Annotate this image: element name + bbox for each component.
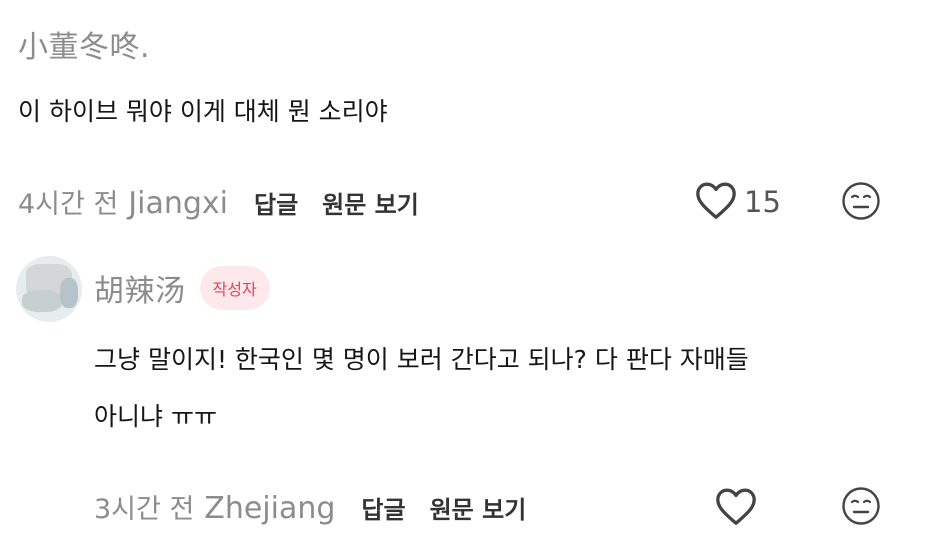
reply-text-line-1: 그냥 말이지! 한국인 몇 명이 보러 간다고 되나? 다 판다 자매들: [94, 345, 749, 374]
view-original-button[interactable]: 원문 보기: [430, 490, 527, 525]
reply-meta: 3시간 전 Zhejiang 답글 원문 보기: [94, 487, 526, 526]
comment-username[interactable]: 小董冬咚.: [18, 22, 150, 66]
avatar-blur: [22, 290, 62, 312]
meh-face-icon: [841, 181, 881, 225]
view-original-button[interactable]: 원문 보기: [322, 185, 419, 220]
dislike-button[interactable]: [841, 486, 881, 530]
meh-face-icon: [841, 486, 881, 530]
reply-button[interactable]: 답글: [361, 490, 405, 525]
comment-meta: 4시간 전 Jiangxi 답글 원문 보기: [18, 182, 419, 221]
like-button[interactable]: 15: [694, 180, 781, 224]
dislike-button[interactable]: [841, 181, 881, 225]
reply-header: 胡辣汤 작성자: [94, 266, 270, 310]
like-count: 15: [744, 185, 781, 219]
like-button[interactable]: [714, 486, 758, 530]
reply-username[interactable]: 胡辣汤: [94, 266, 186, 310]
reply-location: Zhejiang: [204, 491, 336, 526]
reply-text-line-2: 아니냐 ㅠㅠ: [94, 402, 217, 431]
comment-text: 이 하이브 뭐야 이게 대체 뭔 소리야: [18, 97, 388, 126]
reply-button[interactable]: 답글: [254, 185, 298, 220]
avatar[interactable]: [16, 256, 82, 322]
heart-outline-icon: [714, 486, 758, 530]
comment-location: Jiangxi: [128, 186, 228, 221]
reply-time: 3시간 전: [94, 494, 195, 525]
avatar-blur: [60, 278, 78, 308]
author-badge: 작성자: [199, 266, 270, 310]
comment-time: 4시간 전: [18, 189, 119, 220]
heart-outline-icon: [694, 180, 738, 224]
